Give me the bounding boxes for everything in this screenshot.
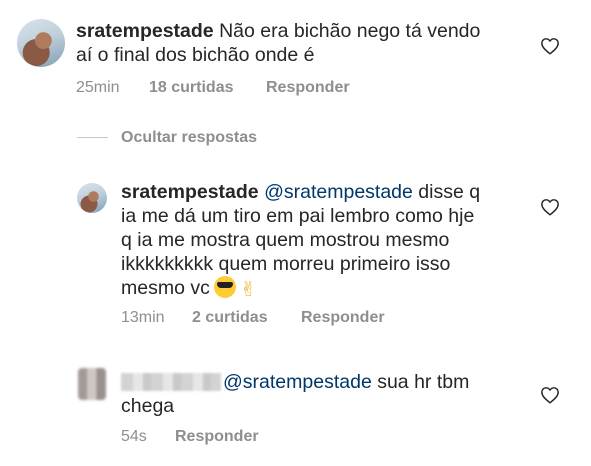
reply-text-line1: disse q xyxy=(412,181,481,203)
sunglasses-face-emoji xyxy=(213,276,236,298)
reply-avatar-blurred[interactable] xyxy=(78,368,106,400)
reply2-time-text: 54s xyxy=(121,428,147,445)
reply-avatar[interactable] xyxy=(77,183,107,213)
reply-button[interactable]: Responder xyxy=(266,79,350,97)
reply-username[interactable]: sratempestade xyxy=(121,181,259,203)
comment-text-line2: aí o final dos bichão onde é xyxy=(76,44,315,66)
comment-meta: 25min xyxy=(76,79,120,97)
like-heart-icon[interactable] xyxy=(540,198,560,216)
blurred-username[interactable] xyxy=(121,373,221,391)
comment-text-line1: Não era bichão nego tá vendo xyxy=(219,20,481,42)
comment-body: sratempestade Não era bichão nego tá ven… xyxy=(76,19,480,67)
reply2-body: @sratempestade sua hr tbm chega xyxy=(121,370,469,418)
replies-divider xyxy=(77,137,108,138)
reply-text-line3: q ia me mostra quem mostrou mesmo xyxy=(121,229,450,251)
reply-mention[interactable]: @sratempestade xyxy=(264,181,413,203)
reply-text-line5: mesmo vc xyxy=(121,277,210,299)
like-heart-icon[interactable] xyxy=(540,37,560,55)
reply2-mention[interactable]: @sratempestade xyxy=(223,371,372,393)
reply-text-line2: ia me dá um tiro em pai lembro como hje xyxy=(121,205,475,227)
reply-time: 13min xyxy=(121,309,165,327)
reply-text-line4: ikkkkkkkkk quem morreu primeiro isso xyxy=(121,253,451,275)
reply-button[interactable]: Responder xyxy=(301,309,385,327)
comment-likes[interactable]: 18 curtidas xyxy=(149,79,233,97)
comment-username[interactable]: sratempestade xyxy=(76,20,214,42)
victory-hand-emoji: ✌ xyxy=(239,279,257,301)
reply-likes[interactable]: 2 curtidas xyxy=(192,309,268,327)
reply-body: sratempestade @sratempestade disse q ia … xyxy=(121,180,480,302)
like-heart-icon[interactable] xyxy=(540,386,560,404)
reply2-text-line1: sua hr tbm xyxy=(371,371,470,393)
reply2-text-line2: chega xyxy=(121,395,175,417)
reply2-time: 54s xyxy=(121,428,147,446)
reply2-button[interactable]: Responder xyxy=(175,428,259,446)
reply-time-text: 13min xyxy=(121,309,165,326)
hide-replies-button[interactable]: Ocultar respostas xyxy=(121,129,257,147)
commenter-avatar[interactable] xyxy=(17,19,65,67)
comment-time: 25min xyxy=(76,79,120,96)
